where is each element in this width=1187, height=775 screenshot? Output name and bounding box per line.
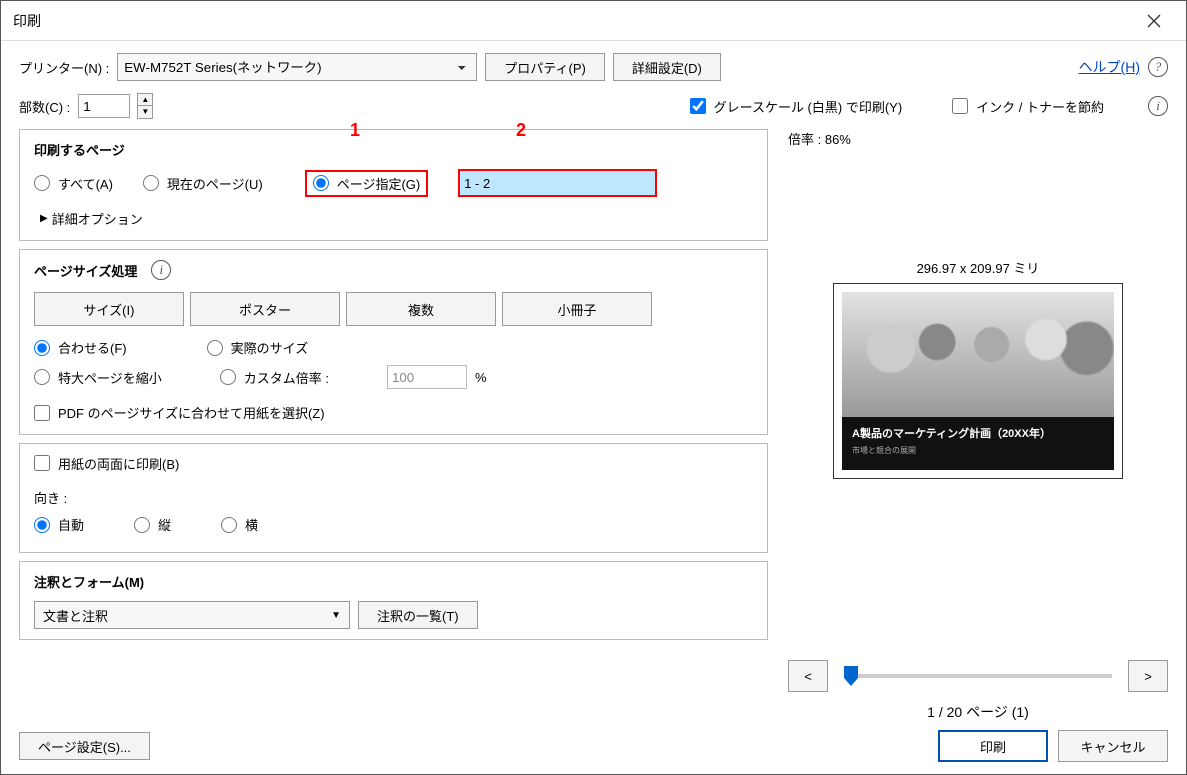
custom-radio[interactable] [220, 369, 236, 385]
shrink-radio[interactable] [34, 369, 50, 385]
comments-select[interactable]: 文書と注釈 ▼ [34, 601, 350, 629]
orient-portrait-radio-label[interactable]: 縦 [134, 515, 171, 534]
custom-radio-label[interactable]: カスタム倍率 : [220, 368, 329, 387]
preview-caption-sub: 市場と競合の展開 [852, 445, 1104, 456]
orientation-label: 向き : [34, 488, 753, 507]
orient-landscape-radio-label[interactable]: 横 [221, 515, 258, 534]
close-icon [1147, 14, 1161, 28]
booklet-tab-button[interactable]: 小冊子 [502, 292, 652, 326]
pdfsize-checkbox[interactable] [34, 405, 50, 421]
duplex-checkbox-label[interactable]: 用紙の両面に印刷(B) [34, 454, 179, 473]
annotation-1: 1 [350, 120, 360, 141]
preview-prev-button[interactable]: < [788, 660, 828, 692]
orient-landscape-radio[interactable] [221, 517, 237, 533]
percent-label: % [475, 370, 487, 385]
comments-panel-title: 注釈とフォーム(M) [34, 572, 753, 591]
savetoner-info-icon[interactable]: i [1148, 96, 1168, 116]
comments-list-button[interactable]: 注釈の一覧(T) [358, 601, 478, 629]
pages-all-radio-label[interactable]: すべて(A) [34, 174, 113, 193]
orient-portrait-radio[interactable] [134, 517, 150, 533]
pages-current-radio[interactable] [143, 175, 159, 191]
savetoner-checkbox-label[interactable]: インク / トナーを節約 [952, 97, 1104, 116]
slider-thumb[interactable] [844, 666, 858, 686]
savetoner-checkbox[interactable] [952, 98, 968, 114]
chevron-right-icon: ▶ [40, 213, 48, 224]
custom-scale-input[interactable] [387, 365, 467, 389]
scale-label: 倍率 : 86% [788, 129, 1168, 148]
preview-page-slider[interactable] [844, 674, 1112, 678]
multiple-tab-button[interactable]: 複数 [346, 292, 496, 326]
more-options-toggle[interactable]: ▶ 詳細オプション [34, 205, 753, 230]
pdfsize-checkbox-label[interactable]: PDF のページサイズに合わせて用紙を選択(Z) [34, 403, 325, 422]
copies-up-button[interactable]: ▲ [138, 94, 152, 106]
properties-button[interactable]: プロパティ(P) [485, 53, 605, 81]
pages-range-radio[interactable] [313, 175, 329, 191]
help-info-icon[interactable]: ? [1148, 57, 1168, 77]
advanced-settings-button[interactable]: 詳細設定(D) [613, 53, 721, 81]
poster-tab-button[interactable]: ポスター [190, 292, 340, 326]
copies-input[interactable] [78, 94, 130, 118]
shrink-radio-label[interactable]: 特大ページを縮小 [34, 368, 162, 387]
grayscale-checkbox[interactable] [690, 98, 706, 114]
fit-radio[interactable] [34, 340, 50, 356]
print-preview: A製品のマーケティング計画（20XX年） 市場と競合の展開 [833, 283, 1123, 479]
page-indicator: 1 / 20 ページ (1) [788, 702, 1168, 722]
orient-auto-radio-label[interactable]: 自動 [34, 515, 84, 534]
window-title: 印刷 [13, 11, 1134, 31]
grayscale-checkbox-label[interactable]: グレースケール (白黒) で印刷(Y) [690, 97, 903, 116]
sizing-info-icon[interactable]: i [151, 260, 171, 280]
annotation-2: 2 [516, 120, 526, 141]
pages-range-input[interactable] [460, 171, 655, 195]
copies-down-button[interactable]: ▼ [138, 106, 152, 118]
fit-radio-label[interactable]: 合わせる(F) [34, 338, 127, 357]
pages-range-radio-label[interactable]: ページ指定(G) [313, 174, 421, 193]
page-setup-button[interactable]: ページ設定(S)... [19, 732, 150, 760]
copies-label: 部数(C) : [19, 97, 70, 116]
actual-radio[interactable] [207, 340, 223, 356]
chevron-down-icon: ▼ [331, 610, 341, 621]
help-link[interactable]: ヘルプ(H) [1079, 57, 1140, 77]
preview-image-placeholder [842, 292, 1114, 417]
close-button[interactable] [1134, 1, 1174, 41]
printer-label: プリンター(N) : [19, 58, 109, 77]
preview-caption-title: A製品のマーケティング計画（20XX年） [852, 425, 1104, 441]
preview-dimensions: 296.97 x 209.97 ミリ [788, 258, 1168, 277]
cancel-button[interactable]: キャンセル [1058, 730, 1168, 762]
sizing-panel-title: ページサイズ処理 [34, 261, 137, 280]
pages-panel-title: 印刷するページ [34, 140, 753, 159]
duplex-checkbox[interactable] [34, 455, 50, 471]
print-button[interactable]: 印刷 [938, 730, 1048, 762]
printer-select[interactable]: EW-M752T Series(ネットワーク) [117, 53, 477, 81]
orient-auto-radio[interactable] [34, 517, 50, 533]
preview-next-button[interactable]: > [1128, 660, 1168, 692]
size-tab-button[interactable]: サイズ(I) [34, 292, 184, 326]
pages-current-radio-label[interactable]: 現在のページ(U) [143, 174, 263, 193]
pages-all-radio[interactable] [34, 175, 50, 191]
actual-radio-label[interactable]: 実際のサイズ [207, 338, 309, 357]
